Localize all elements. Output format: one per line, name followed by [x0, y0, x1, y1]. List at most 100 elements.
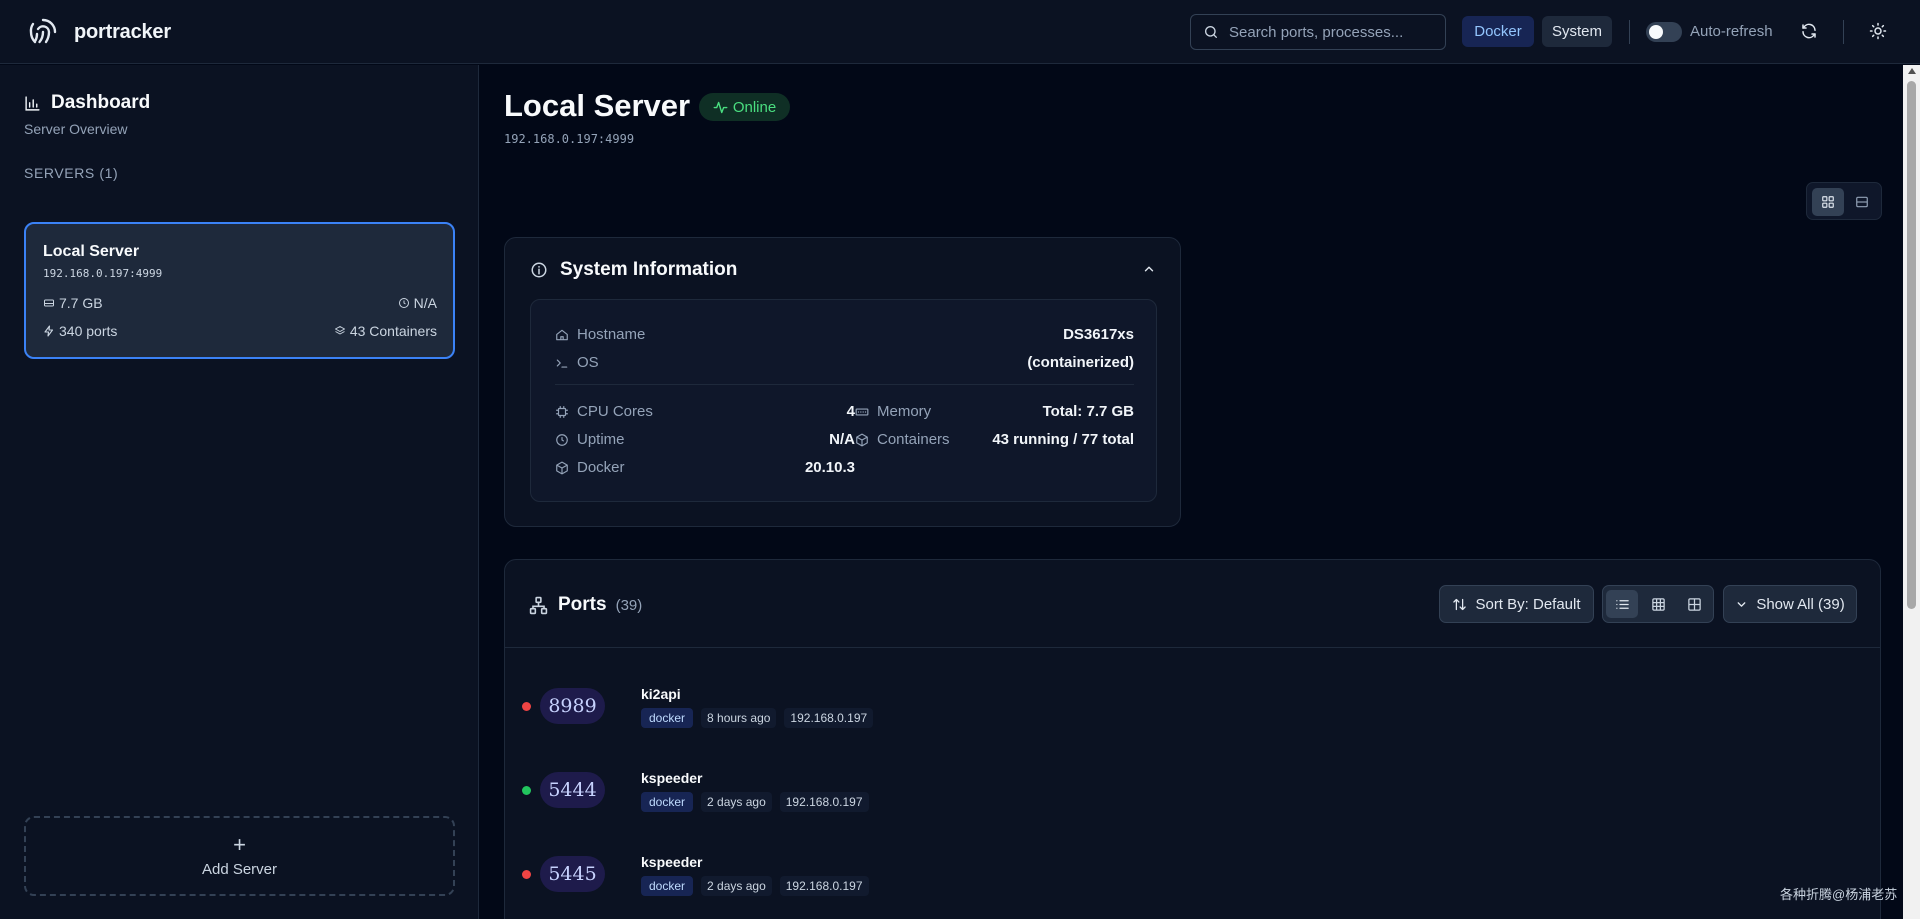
collapse-button[interactable]	[1142, 262, 1156, 276]
service-name: kspeeder	[641, 854, 703, 870]
show-all-button[interactable]: Show All (39)	[1723, 585, 1857, 623]
status-text: Online	[732, 98, 777, 116]
memory-label: Memory	[877, 403, 932, 420]
watermark: 各种折腾@杨浦老苏	[1780, 887, 1898, 902]
os-value: (containerized)	[1027, 354, 1134, 371]
port-row[interactable]: 5445 kspeeder docker 2 days ago 192.168.…	[505, 834, 1880, 918]
source-badge: docker	[641, 876, 694, 896]
port-number[interactable]: 8989	[540, 688, 605, 724]
timestamp: 2 days ago	[701, 792, 772, 812]
box-icon	[555, 461, 577, 475]
host-address: 192.168.0.197	[779, 792, 869, 812]
host-address: 192.168.0.197	[779, 876, 869, 896]
server-address: 192.168.0.197:4999	[43, 267, 163, 280]
server-uptime: N/A	[413, 295, 437, 311]
pulse-icon	[713, 100, 733, 115]
system-information-title: System Information	[560, 259, 738, 280]
table-icon	[1687, 597, 1702, 612]
os-label: OS	[577, 354, 599, 371]
cpu-icon	[555, 405, 577, 419]
uptime-value: N/A	[829, 431, 855, 448]
dashboard-title: Dashboard	[51, 92, 151, 113]
scrollbar[interactable]	[1903, 65, 1920, 919]
server-stats-row: 340 ports 43 Containers	[43, 323, 437, 339]
host-address: 192.168.0.197	[784, 708, 874, 728]
port-row[interactable]: 5444 kspeeder docker 2 days ago 192.168.…	[505, 750, 1880, 834]
stacked-layout-button[interactable]	[1846, 188, 1878, 216]
top-bar: portracker Docker System Auto-refresh	[0, 0, 1920, 64]
system-information-body: Hostname DS3617xs OS (containerized) CPU…	[530, 299, 1157, 502]
port-meta: docker 2 days ago 192.168.0.197	[641, 792, 869, 812]
port-number[interactable]: 5444	[540, 772, 605, 808]
service-name: kspeeder	[641, 770, 703, 786]
status-dot	[522, 702, 531, 711]
search-input[interactable]	[1229, 23, 1429, 41]
search-box[interactable]	[1190, 14, 1446, 50]
port-row[interactable]: 8989 ki2api docker 8 hours ago 192.168.0…	[505, 666, 1880, 750]
toggle-knob	[1649, 25, 1663, 39]
terminal-icon	[555, 356, 577, 370]
source-badge: docker	[641, 792, 694, 812]
scroll-thumb[interactable]	[1907, 81, 1916, 609]
system-information-header[interactable]: System Information	[530, 259, 737, 281]
uptime-row: Uptime N/A	[555, 431, 855, 448]
grid-icon	[1821, 195, 1835, 209]
filter-system-button[interactable]: System	[1542, 16, 1612, 47]
layers-icon	[334, 325, 350, 337]
service-name: ki2api	[641, 686, 681, 702]
status-badge: Online	[699, 93, 790, 121]
ports-title: Ports	[558, 594, 607, 615]
grid-view-button[interactable]	[1642, 590, 1674, 618]
hostname-row: Hostname DS3617xs	[555, 326, 1134, 343]
server-ports: 340 ports	[59, 323, 118, 339]
hard-drive-icon	[43, 297, 59, 309]
add-server-button[interactable]: + Add Server	[24, 816, 455, 896]
chevron-up-icon	[1142, 262, 1156, 276]
docker-label: Docker	[577, 459, 625, 476]
layout-toggle	[1806, 182, 1882, 220]
port-number[interactable]: 5445	[540, 856, 605, 892]
panel-icon	[1855, 195, 1869, 209]
timestamp: 2 days ago	[701, 876, 772, 896]
server-card-local[interactable]: Local Server 192.168.0.197:4999 7.7 GB N…	[24, 222, 455, 359]
sort-button[interactable]: Sort By: Default	[1439, 585, 1594, 623]
divider	[505, 647, 1880, 648]
table-view-button[interactable]	[1678, 590, 1710, 618]
list-view-button[interactable]	[1606, 590, 1638, 618]
port-meta: docker 8 hours ago 192.168.0.197	[641, 708, 874, 728]
list-icon	[1615, 597, 1630, 612]
auto-refresh-toggle[interactable]	[1646, 22, 1682, 42]
search-icon	[1203, 24, 1219, 40]
memory-row: Memory Total: 7.7 GB	[855, 403, 1134, 420]
divider	[1629, 20, 1630, 44]
plus-icon: +	[233, 831, 246, 857]
container-icon	[855, 433, 877, 447]
clock-icon	[555, 433, 577, 447]
status-dot	[522, 786, 531, 795]
docker-value: 20.10.3	[804, 459, 855, 476]
refresh-icon	[1800, 22, 1818, 40]
cpu-row: CPU Cores 4	[555, 403, 855, 420]
brand-name: portracker	[74, 20, 171, 43]
filter-docker-button[interactable]: Docker	[1462, 16, 1534, 47]
view-mode-group	[1602, 585, 1714, 623]
system-information-panel: System Information Hostname DS3617xs OS …	[504, 237, 1181, 527]
network-icon	[529, 596, 548, 615]
clock-icon	[398, 297, 414, 309]
scroll-up-arrow-icon[interactable]	[1908, 68, 1916, 74]
timestamp: 8 hours ago	[701, 708, 777, 728]
memory-value: Total: 7.7 GB	[1042, 403, 1134, 420]
brand[interactable]: portracker	[27, 16, 171, 48]
grid-layout-button[interactable]	[1812, 188, 1844, 216]
grid-icon	[1651, 597, 1666, 612]
refresh-button[interactable]	[1800, 22, 1818, 40]
server-address: 192.168.0.197:4999	[504, 132, 635, 146]
containers-value: 43 running / 77 total	[992, 431, 1134, 448]
info-icon	[530, 261, 548, 279]
theme-toggle-button[interactable]	[1869, 22, 1887, 40]
dashboard-subtitle: Server Overview	[24, 121, 128, 137]
divider	[1843, 20, 1844, 44]
sun-icon	[1869, 22, 1887, 40]
cpu-label: CPU Cores	[577, 403, 653, 420]
ports-header: Ports (39)	[529, 594, 642, 616]
